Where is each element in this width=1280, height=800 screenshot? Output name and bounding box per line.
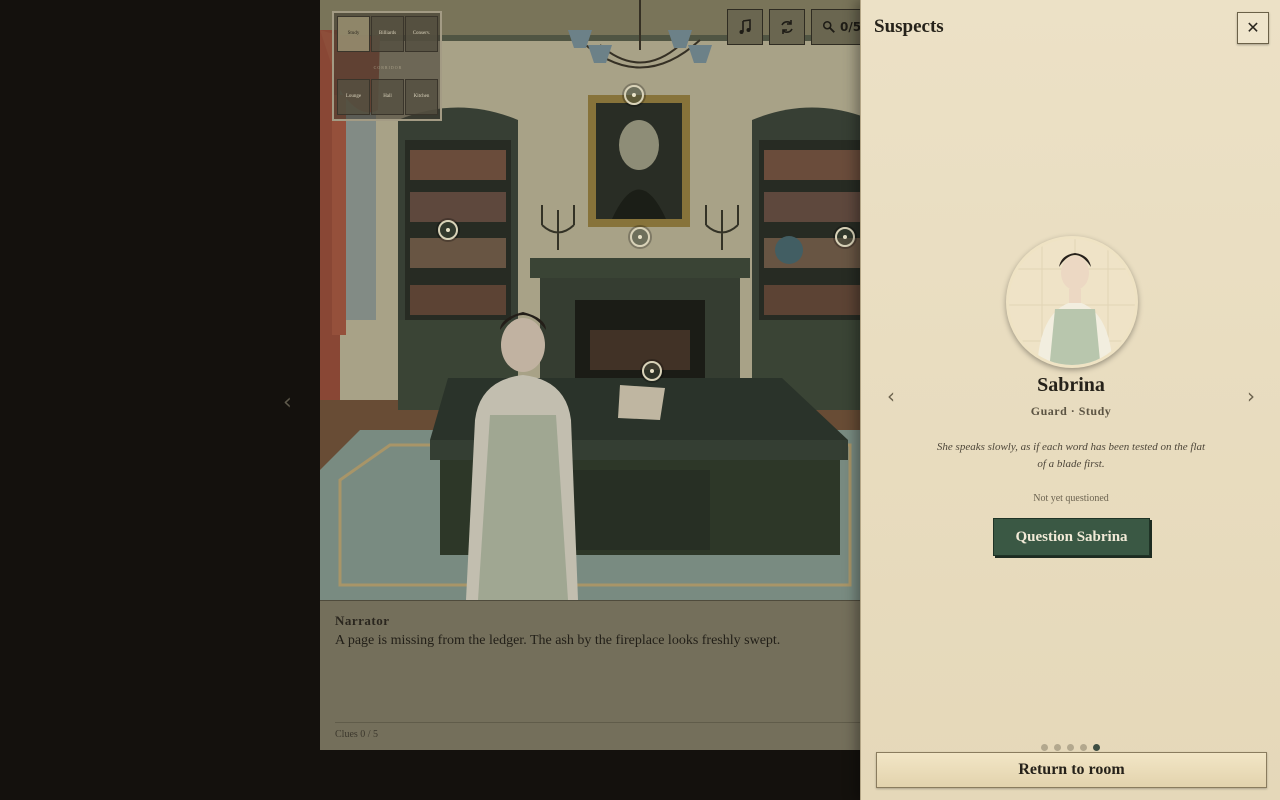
suspect-status: Not yet questioned — [1033, 493, 1109, 504]
map-room-lounge[interactable]: Lounge — [337, 79, 370, 115]
hotspot-portrait[interactable] — [624, 85, 644, 105]
music-note-icon — [739, 19, 751, 34]
dialogue-box: Narrator A page is missing from the ledg… — [320, 600, 860, 750]
pagination-dot[interactable] — [1041, 744, 1048, 751]
magnifier-icon — [822, 20, 835, 33]
map-corridor-label: CORRIDOR — [373, 65, 403, 70]
suspect-name: Sabrina — [1037, 374, 1105, 396]
map-room-hall[interactable]: Hall — [371, 79, 404, 115]
clue-progress: Clues 0 / 5 — [335, 722, 860, 750]
map-room-billiards[interactable]: Billiards — [371, 16, 404, 52]
suspect-portrait-image — [1009, 239, 1135, 365]
previous-room-arrow[interactable]: ‹ — [283, 392, 299, 414]
hotspot-mantel[interactable] — [630, 227, 650, 247]
suspect-portrait — [1006, 236, 1138, 368]
map-room-kitchen[interactable]: Kitchen — [405, 79, 438, 115]
music-toggle-button[interactable] — [727, 9, 763, 45]
close-panel-button[interactable]: ✕ — [1237, 12, 1269, 44]
game-stage: Study Billiards Conserv. CORRIDOR Lounge… — [0, 0, 1280, 800]
suspect-description: She speaks slowly, as if each word has b… — [936, 441, 1206, 470]
pagination-dot[interactable] — [1080, 744, 1087, 751]
pagination-dot[interactable] — [1067, 744, 1074, 751]
refresh-button[interactable] — [769, 9, 805, 45]
map-room-conservatory[interactable]: Conserv. — [405, 16, 438, 52]
hotspot-desk-ledger[interactable] — [642, 361, 662, 381]
panel-title: Suspects — [874, 16, 944, 37]
hotspot-left-bookcase[interactable] — [438, 220, 458, 240]
mansion-minimap: Study Billiards Conserv. CORRIDOR Lounge… — [332, 11, 442, 121]
map-room-study[interactable]: Study — [337, 16, 370, 52]
suspect-role: Guard · Study — [1030, 404, 1112, 418]
clue-count: 0/5 — [840, 20, 862, 34]
suspects-panel: Suspects ✕ ‹ › Sabrina Guard · Study She… — [860, 0, 1280, 800]
pagination-dot[interactable] — [1054, 744, 1061, 751]
dialogue-speaker: Narrator — [335, 613, 390, 628]
pagination-dot[interactable] — [1093, 744, 1100, 751]
dialogue-text: A page is missing from the ledger. The a… — [335, 633, 781, 648]
question-suspect-button[interactable]: Question Sabrina — [993, 518, 1150, 556]
hotspot-right-bookcase[interactable] — [835, 227, 855, 247]
return-to-room-button[interactable]: Return to room — [876, 752, 1267, 788]
suspect-pagination — [1041, 744, 1100, 752]
refresh-icon — [781, 20, 793, 34]
